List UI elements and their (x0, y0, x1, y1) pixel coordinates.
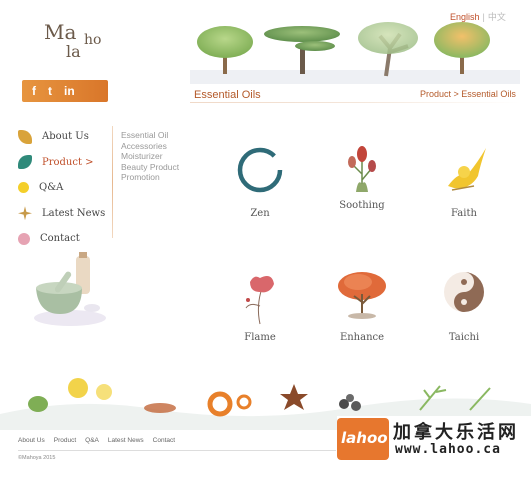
nav-item-about-us[interactable]: About Us (18, 124, 110, 150)
red-tree-icon (338, 272, 386, 319)
green-leaf-icon (28, 396, 48, 412)
product-label: Enhance (339, 332, 385, 343)
star-anise-icon (280, 384, 308, 410)
site-logo[interactable]: Ma la ho (44, 20, 114, 68)
yin-yang-icon (444, 272, 484, 312)
nav-divider (112, 126, 113, 238)
nav-item-qa[interactable]: Q&A (18, 175, 110, 201)
nav-item-product[interactable]: Product > (18, 150, 110, 176)
leaf-icon (18, 129, 32, 144)
product-card-faith[interactable]: Faith (424, 142, 504, 219)
logo-text-la: la (66, 42, 81, 61)
product-label: Soothing (339, 200, 385, 211)
product-label: Taichi (448, 332, 480, 343)
footer-link-product[interactable]: Product (54, 437, 76, 444)
footer-divider (18, 450, 336, 451)
product-card-enhance[interactable]: Enhance (322, 266, 402, 343)
product-card-taichi[interactable]: Taichi (424, 266, 504, 343)
product-card-zen[interactable]: Zen (220, 142, 300, 219)
dot-icon (18, 182, 29, 194)
subnav-item-promotion[interactable]: Promotion (121, 172, 179, 183)
trees-banner (190, 22, 520, 84)
copyright: ©Mahoya 2015 (18, 455, 56, 461)
lahoo-watermark: lahoo 加拿大乐活网 www.lahoo.ca (337, 416, 531, 462)
yellow-bird-icon (448, 148, 486, 191)
logo-text-ho: ho (84, 32, 102, 48)
star-leaf-icon (18, 206, 32, 221)
nav-label: Q&A (39, 182, 64, 194)
tree-1-icon (197, 26, 253, 74)
orange-peel-icon (207, 391, 252, 417)
product-label: Faith (451, 208, 477, 219)
product-label: Flame (244, 332, 276, 343)
flower-icon (18, 232, 30, 245)
logo-text-ma: Ma (44, 20, 77, 44)
leaf-icon (18, 155, 32, 170)
facebook-icon[interactable]: f (32, 84, 36, 98)
footer-link-contact[interactable]: Contact (153, 437, 175, 444)
header-divider (190, 102, 520, 103)
sub-nav: Essential Oil Accessories Moisturizer Be… (121, 130, 179, 183)
lahoo-logo-text: lahoo (341, 429, 388, 447)
product-label: Zen (250, 208, 270, 219)
watermark-url: www.lahoo.ca (395, 442, 501, 457)
subnav-item-essential-oil[interactable]: Essential Oil (121, 130, 179, 141)
breadcrumb-product[interactable]: Product (420, 89, 451, 99)
nav-label: Product > (42, 156, 94, 168)
social-bar: f t in (22, 80, 108, 102)
nav-label: About Us (42, 131, 89, 143)
clove-icon (144, 403, 176, 413)
breadcrumb-separator: > (451, 89, 462, 99)
nav-label: Latest News (42, 207, 106, 219)
mortar-pestle-illustration (34, 252, 106, 326)
lemon-slices-icon (68, 378, 112, 400)
enso-icon (237, 147, 283, 193)
lahoo-logo: lahoo (337, 418, 389, 460)
breadcrumb: Product > Essential Oils (420, 89, 516, 99)
tree-3-icon (358, 22, 418, 77)
watermark-chinese-text: 加拿大乐活网 (393, 422, 519, 443)
tree-2-icon (264, 26, 340, 74)
red-flower-icon (245, 276, 274, 325)
footer-link-latest-news[interactable]: Latest News (108, 437, 144, 444)
breadcrumb-current: Essential Oils (461, 89, 516, 99)
nav-label: Contact (40, 233, 80, 245)
subnav-item-beauty-product[interactable]: Beauty Product (121, 162, 179, 173)
linkedin-icon[interactable]: in (64, 84, 75, 98)
footer-link-about-us[interactable]: About Us (18, 437, 45, 444)
page-title: Essential Oils (194, 89, 261, 101)
footer-link-qa[interactable]: Q&A (85, 437, 99, 444)
footer-nav: About Us Product Q&A Latest News Contact (18, 437, 175, 444)
product-card-soothing[interactable]: Soothing (322, 134, 402, 211)
subnav-item-moisturizer[interactable]: Moisturizer (121, 151, 179, 162)
main-nav: About Us Product > Q&A Latest News Conta… (18, 124, 110, 252)
twitter-icon[interactable]: t (48, 84, 52, 98)
subnav-item-accessories[interactable]: Accessories (121, 141, 179, 152)
tulip-icon (348, 146, 376, 192)
nav-item-latest-news[interactable]: Latest News (18, 201, 110, 227)
product-card-flame[interactable]: Flame (220, 266, 300, 343)
tree-4-icon (434, 22, 490, 74)
